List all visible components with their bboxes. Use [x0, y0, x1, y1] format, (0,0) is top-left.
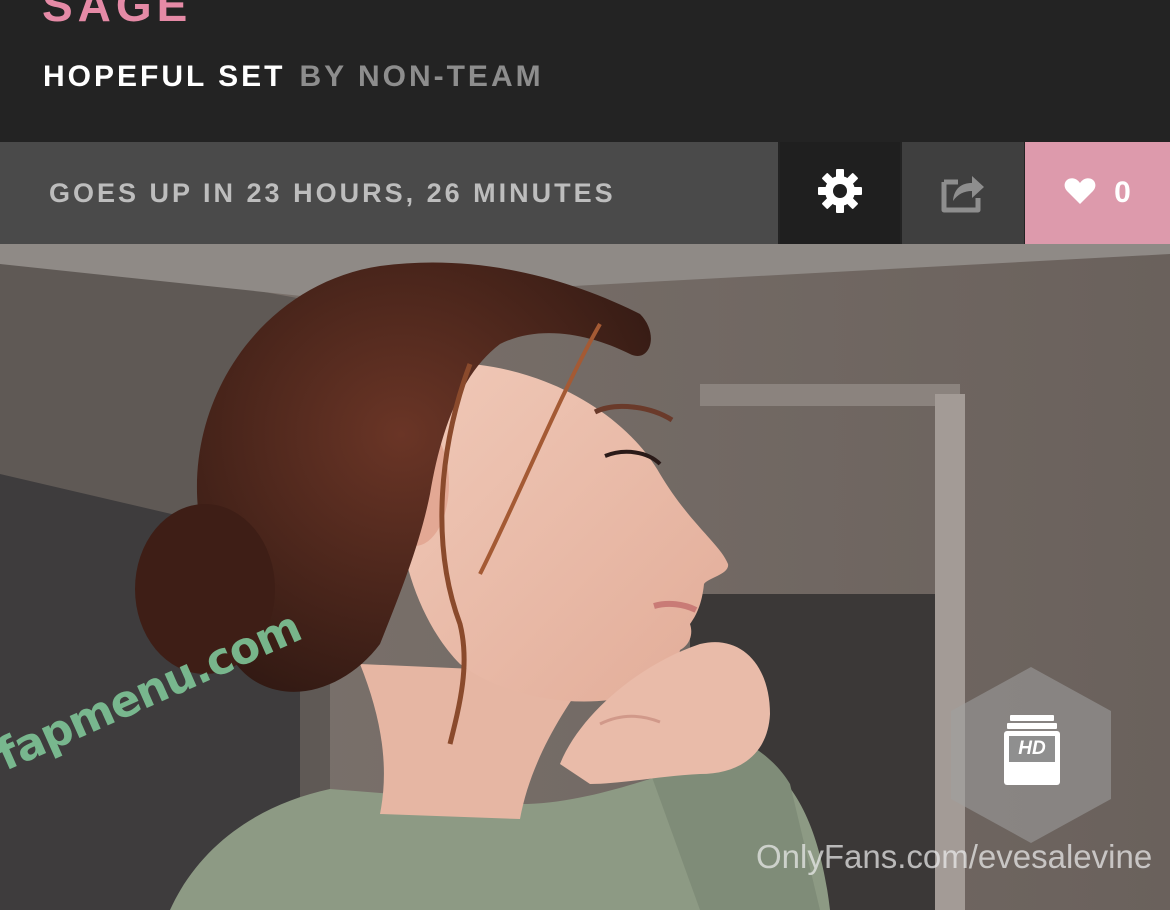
set-author[interactable]: BY NON-TEAM	[299, 60, 543, 93]
model-name[interactable]: SAGE	[42, 0, 192, 28]
hd-label: HD	[1018, 738, 1046, 759]
like-button[interactable]: 0	[1025, 142, 1170, 244]
release-countdown: GOES UP IN 23 HOURS, 26 MINUTES	[0, 142, 778, 244]
set-header: SAGE HOPEFUL SET BY NON-TEAM	[0, 0, 1170, 142]
hd-badge[interactable]: HD	[948, 665, 1114, 845]
set-toolbar: GOES UP IN 23 HOURS, 26 MINUTES 0	[0, 142, 1170, 244]
set-title: HOPEFUL SET	[43, 60, 286, 93]
gear-icon	[816, 167, 864, 220]
set-title-line: HOPEFUL SET BY NON-TEAM	[43, 58, 544, 96]
settings-button[interactable]	[780, 142, 900, 244]
share-icon	[938, 168, 988, 219]
like-count: 0	[1114, 176, 1131, 209]
heart-icon	[1064, 177, 1096, 210]
share-button[interactable]	[902, 142, 1024, 244]
